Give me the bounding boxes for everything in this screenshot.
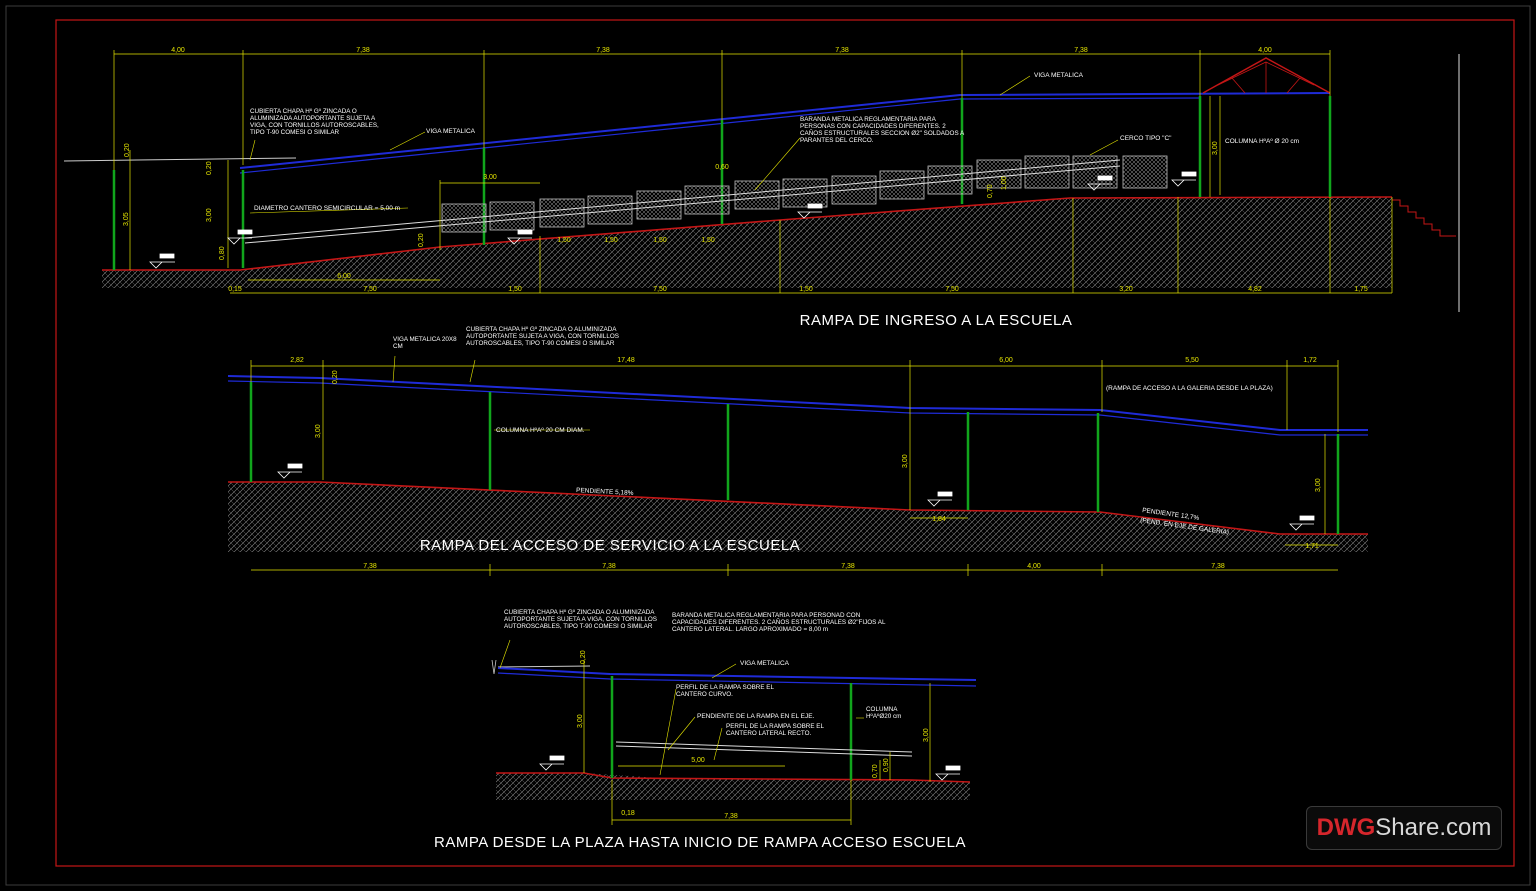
dim2-bottom-1: 7,38	[363, 563, 377, 570]
dim-misc-5: 0,80	[219, 246, 226, 260]
note-viga-2: VIGA METALICA	[1034, 72, 1084, 79]
section-2-title: RAMPA DEL ACCESO DE SERVICIO A LA ESCUEL…	[420, 537, 800, 554]
note-diametro: DIAMETRO CANTERO SEMICIRCULAR = 5,00 m	[254, 205, 400, 212]
note3-perfil-recto: PERFIL DE LA RAMPA SOBRE EL CANTERO LATE…	[726, 723, 824, 737]
note3-viga: VIGA METALICA	[740, 660, 790, 667]
dim2-misc-4: 1,84	[932, 516, 946, 523]
dim3-3: 5,00	[691, 757, 705, 764]
sheet-border	[5, 5, 1531, 886]
dim-bottom-6: 7,50	[945, 286, 959, 293]
note3-columna: COLUMNA HºAºØ20 cm	[866, 706, 901, 720]
dim2-top-4: 5,50	[1185, 357, 1199, 364]
dim-bottom-3: 1,50	[508, 286, 522, 293]
note3-perfil-curvo: PERFIL DE LA RAMPA SOBRE EL CANTERO CURV…	[676, 684, 774, 698]
beam-3-upper	[497, 667, 977, 681]
dim3-2: 3,00	[577, 714, 584, 728]
dim-rail-1: 1,50	[557, 237, 571, 244]
dim3-7: 0,18	[621, 810, 635, 817]
dim-misc-4: 3,00	[206, 208, 213, 222]
dim2-bottom-4: 4,00	[1027, 563, 1041, 570]
pavilion-roof	[1202, 57, 1331, 94]
section-1-ramp-entrance: 4,00 7,38 7,38 7,38 7,38 4,00 0,15 7,50 …	[63, 47, 1456, 329]
dim-bottom-2: 7,50	[363, 286, 377, 293]
stairs	[1392, 199, 1456, 237]
dim-rail-4: 1,50	[701, 237, 715, 244]
dim3-5: 0,90	[883, 758, 890, 772]
cad-drawing-canvas: 4,00 7,38 7,38 7,38 7,38 4,00 0,15 7,50 …	[5, 5, 1531, 886]
dim-top-5: 7,38	[1074, 47, 1088, 54]
dim-bottom-4: 7,50	[653, 286, 667, 293]
note2-viga: VIGA METALICA 20X8 CM	[393, 336, 457, 350]
dim2-misc-1: 0,20	[332, 370, 339, 384]
dim-top-2: 7,38	[356, 47, 370, 54]
dim-misc-12: 3,00	[1212, 141, 1219, 155]
dim-misc-2: 0,20	[206, 161, 213, 175]
roof-3	[497, 665, 591, 668]
dim2-bottom-2: 7,38	[602, 563, 616, 570]
note2-columna: COLUMNA HºAº 20 CM DIAM.	[496, 427, 585, 434]
dim-misc-10: 0,70	[987, 184, 994, 198]
leaders-2	[392, 355, 590, 431]
dim-top-1: 4,00	[171, 47, 185, 54]
dim-misc-3: 3,05	[123, 212, 130, 226]
dim2-misc-5: 3,00	[1315, 478, 1322, 492]
note3-cubierta: CUBIERTA CHAPA Hº Gº ZINCADA O ALUMINIZA…	[504, 609, 657, 630]
section-3-plaza-ramp: 0,20 3,00 5,00 0,70 0,90 3,00 0,18 7,38 …	[434, 609, 977, 851]
dim-bottom-1: 0,15	[228, 286, 242, 293]
dim2-top-5: 1,72	[1303, 357, 1317, 364]
note2-rampa-galeria: (RAMPA DE ACCESO A LA GALERIA DESDE LA P…	[1106, 385, 1273, 392]
dim-bottom-7: 3,20	[1119, 286, 1133, 293]
dim2-top-3: 6,00	[999, 357, 1013, 364]
note3-pendiente: PENDIENTE DE LA RAMPA EN EL EJE.	[697, 713, 815, 720]
dim-misc-7: 0,20	[418, 233, 425, 247]
dim2-bottom-3: 7,38	[841, 563, 855, 570]
dim2-top-1: 2,82	[290, 357, 304, 364]
dim-misc-11: 1,00	[1001, 176, 1008, 190]
note-viga-1: VIGA METALICA	[426, 128, 476, 135]
watermark-part-1: DWG	[1316, 814, 1376, 841]
dim-top-3: 7,38	[596, 47, 610, 54]
note-cerco: CERCO TIPO "C"	[1120, 135, 1172, 142]
leaders-3	[499, 639, 864, 776]
dim3-4: 0,70	[872, 764, 879, 778]
dim2-misc-6: 1,71	[1305, 543, 1319, 550]
note-columna-1: COLUMNA HºAº Ø 20 cm	[1225, 138, 1299, 145]
dim3-6: 3,00	[923, 728, 930, 742]
dim-top-4: 7,38	[835, 47, 849, 54]
dim-bottom-8: 4,82	[1248, 286, 1262, 293]
ground-hatch-3	[496, 773, 970, 800]
dim-bottom-5: 1,50	[799, 286, 813, 293]
roof-left	[63, 157, 297, 162]
dim-misc-8: 6,00	[337, 273, 351, 280]
dim3-8: 7,38	[724, 813, 738, 820]
dim-bottom-9: 1,75	[1354, 286, 1368, 293]
dim-rail-3: 1,50	[653, 237, 667, 244]
dim2-misc-3: 3,00	[902, 454, 909, 468]
section-1-title: RAMPA DE INGRESO A LA ESCUELA	[800, 312, 1073, 329]
watermark-part-2: Share.com	[1375, 814, 1492, 841]
dim-top-6: 4,00	[1258, 47, 1272, 54]
dim2-top-2: 17,48	[617, 357, 635, 364]
dim-rail-2: 1,50	[604, 237, 618, 244]
dim-misc-6: 3,00	[483, 174, 497, 181]
section-3-title: RAMPA DESDE LA PLAZA HASTA INICIO DE RAM…	[434, 834, 966, 851]
note-cubierta-1: CUBIERTA CHAPA Hº Gº ZINCADA O ALUMINIZA…	[250, 108, 379, 136]
dim-misc-1: 0,20	[124, 143, 131, 157]
note2-cubierta: CUBIERTA CHAPA Hº Gº ZINCADA O ALUMINIZA…	[466, 326, 619, 347]
dim2-bottom-5: 7,38	[1211, 563, 1225, 570]
dim-misc-9: 0,60	[715, 164, 729, 171]
dim3-1: 0,20	[580, 650, 587, 664]
note3-baranda: BARANDA METALICA REGLAMENTARIA PARA PERS…	[672, 612, 885, 633]
section-2-service-ramp: 2,82 17,48 6,00 5,50 1,72 7,38 7,38 7,38…	[227, 326, 1368, 576]
note-baranda-1: BARANDA METALICA REGLAMENTARIA PARA PERS…	[800, 116, 964, 144]
dwgshare-watermark: DWG Share.com	[1306, 806, 1502, 850]
dim2-misc-2: 3,00	[315, 424, 322, 438]
